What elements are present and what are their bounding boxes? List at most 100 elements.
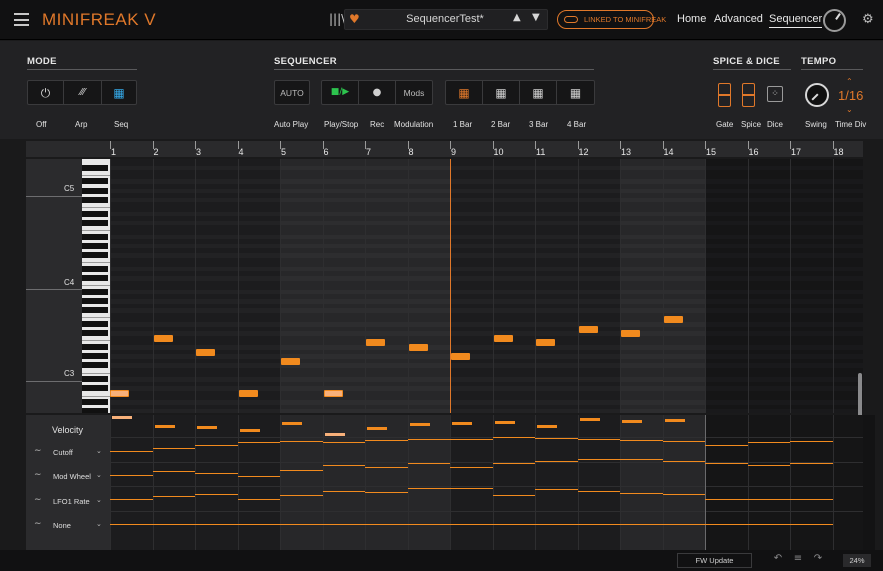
black-key[interactable]: [82, 242, 108, 249]
lane-4-step[interactable]: [492, 524, 535, 525]
modulation-button[interactable]: Mods: [396, 81, 432, 104]
lane-4-step[interactable]: [705, 524, 748, 525]
lane-4-step[interactable]: [152, 524, 195, 525]
lane-4-step[interactable]: [110, 524, 153, 525]
velocity-step-10[interactable]: [494, 421, 515, 424]
piano-keyboard[interactable]: [82, 159, 110, 413]
lane-3-step[interactable]: [407, 488, 450, 489]
lane-3-step[interactable]: [662, 494, 705, 495]
lane-1-step[interactable]: [790, 441, 833, 442]
lane-2-step[interactable]: [620, 459, 663, 460]
chevron-up-icon[interactable]: ⌃: [846, 77, 853, 86]
gear-icon[interactable]: ⚙: [862, 12, 874, 27]
bar-1-button[interactable]: ▦: [446, 81, 483, 104]
note-step-5[interactable]: [281, 357, 300, 365]
lane-4-step[interactable]: [322, 524, 365, 525]
note-step-10[interactable]: [493, 334, 513, 342]
lane-3-step[interactable]: [747, 499, 790, 500]
lane-1-step[interactable]: [195, 445, 238, 446]
note-step-8[interactable]: [408, 344, 428, 351]
black-key[interactable]: [82, 376, 108, 383]
lane-2-step[interactable]: [322, 465, 365, 466]
lane-1-step[interactable]: [577, 439, 620, 440]
auto-play-button[interactable]: AUTO: [275, 81, 309, 104]
swing-knob[interactable]: [805, 83, 829, 107]
black-key[interactable]: [82, 288, 108, 295]
black-key[interactable]: [82, 196, 108, 203]
preset-next-icon[interactable]: ▼: [532, 12, 540, 23]
chevron-down-icon[interactable]: ⌄: [846, 105, 853, 114]
bar-4-button[interactable]: ▦: [557, 81, 594, 104]
bar-2-button[interactable]: ▦: [483, 81, 520, 104]
lane-3-step[interactable]: [152, 496, 195, 497]
chevron-down-icon[interactable]: ⌄: [96, 471, 102, 479]
lane-1-step[interactable]: [747, 442, 790, 443]
chevron-down-icon[interactable]: ⌄: [96, 496, 102, 504]
lane-1-step[interactable]: [280, 441, 323, 442]
lane-4-step[interactable]: [237, 524, 280, 525]
fw-update-button[interactable]: FW Update: [677, 553, 752, 568]
library-icon[interactable]: |||\: [329, 12, 345, 26]
note-step-1[interactable]: [110, 390, 129, 397]
velocity-step-3[interactable]: [197, 426, 217, 429]
chevron-down-icon[interactable]: ⌄: [96, 520, 102, 528]
mode-arp-button[interactable]: ⁄⁄⁄: [64, 81, 102, 104]
lane-3-step[interactable]: [705, 499, 748, 500]
black-key[interactable]: [82, 385, 108, 392]
velocity-step-12[interactable]: [579, 418, 600, 421]
note-step-12[interactable]: [578, 325, 598, 333]
lane-4-step[interactable]: [365, 524, 408, 525]
lane-3-step[interactable]: [577, 491, 620, 492]
lane-3-step[interactable]: [237, 499, 280, 500]
lane-1-step[interactable]: [407, 439, 450, 440]
velocity-step-7[interactable]: [367, 427, 387, 430]
lane-1-step[interactable]: [152, 448, 195, 449]
velocity-step-13[interactable]: [622, 420, 642, 423]
black-key[interactable]: [82, 330, 108, 337]
lane-4-step[interactable]: [577, 524, 620, 525]
black-key[interactable]: [82, 399, 108, 406]
undo-icon[interactable]: ↶: [771, 553, 785, 568]
lane-1-step[interactable]: [237, 442, 280, 443]
history-icon[interactable]: ≡: [791, 553, 805, 568]
black-key[interactable]: [82, 353, 108, 360]
lane-1-step[interactable]: [705, 445, 748, 446]
menu-icon[interactable]: [14, 13, 29, 26]
lane-2-step[interactable]: [662, 461, 705, 462]
note-step-3[interactable]: [196, 348, 215, 356]
lane-3-step[interactable]: [322, 491, 365, 492]
black-key[interactable]: [82, 275, 108, 281]
linked-status-badge[interactable]: LINKED TO MINIFREAK: [557, 10, 666, 29]
mode-off-button[interactable]: ⏻: [28, 81, 64, 104]
lane-2-step[interactable]: [535, 461, 578, 462]
note-step-6[interactable]: [323, 390, 343, 397]
velocity-step-8[interactable]: [409, 423, 430, 426]
lane-3-step[interactable]: [365, 492, 408, 493]
black-key[interactable]: [82, 321, 108, 327]
black-key[interactable]: [82, 219, 108, 226]
black-key[interactable]: [82, 187, 108, 194]
lane-2-step[interactable]: [152, 471, 195, 472]
velocity-step-2[interactable]: [154, 425, 175, 428]
lane-4-step[interactable]: [662, 524, 705, 525]
lane-4-step[interactable]: [407, 524, 450, 525]
lane-3-step[interactable]: [110, 499, 153, 500]
note-step-4[interactable]: [238, 390, 258, 397]
velocity-step-14[interactable]: [664, 419, 685, 422]
note-step-11[interactable]: [536, 339, 555, 347]
black-key[interactable]: [82, 298, 108, 304]
lane-1-step[interactable]: [492, 437, 535, 438]
black-key[interactable]: [82, 344, 108, 350]
gate-fader[interactable]: [718, 83, 731, 107]
record-button[interactable]: ●: [359, 81, 396, 104]
lane-2-step[interactable]: [280, 470, 323, 471]
note-step-14[interactable]: [663, 316, 683, 324]
lane-2-step[interactable]: [110, 475, 153, 476]
lane-2-step[interactable]: [237, 476, 280, 477]
chevron-down-icon[interactable]: ⌄: [96, 447, 102, 455]
black-key[interactable]: [82, 307, 108, 314]
lane-3-step[interactable]: [280, 495, 323, 496]
lane-1-step[interactable]: [620, 440, 663, 441]
black-key[interactable]: [82, 265, 108, 272]
mode-seq-button[interactable]: ▦: [102, 81, 136, 104]
